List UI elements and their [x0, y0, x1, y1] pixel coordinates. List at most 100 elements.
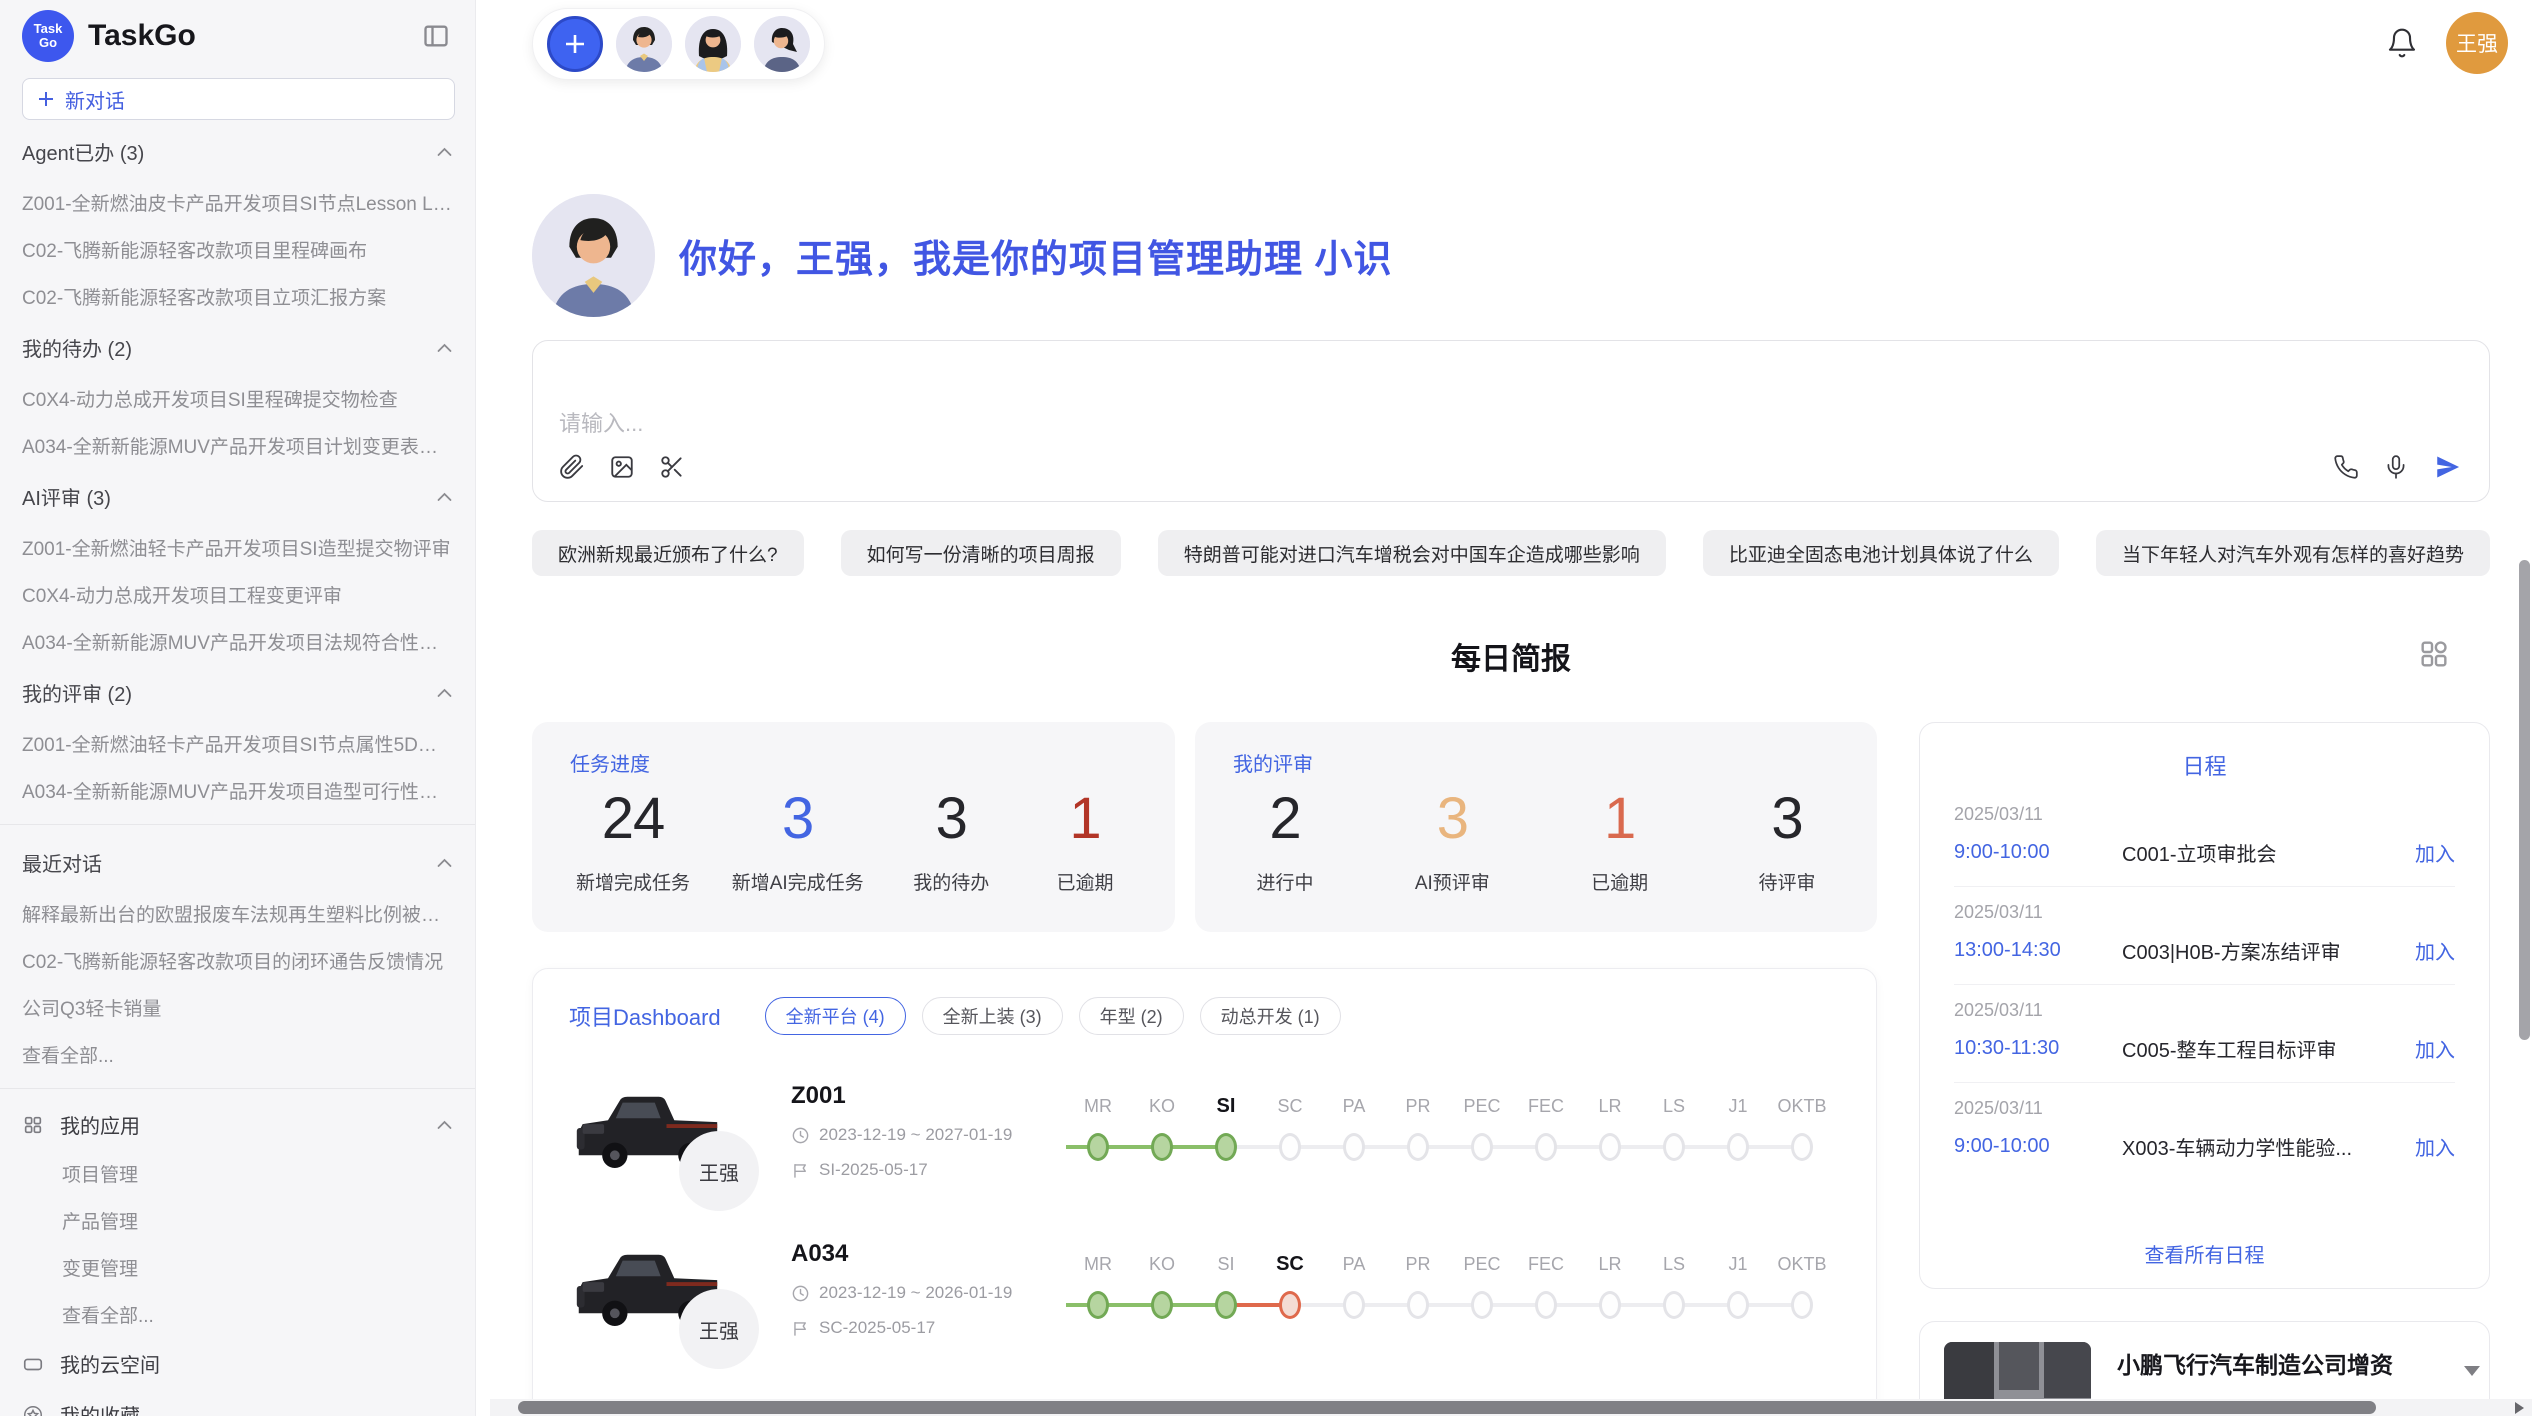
milestone-node [1642, 1125, 1706, 1169]
sidebar-task-item[interactable]: C02-飞腾新能源轻客改款项目立项汇报方案 [0, 273, 475, 320]
dashboard-filter-tab[interactable]: 年型 (2) [1079, 997, 1184, 1035]
milestone-ls: LS [1642, 1093, 1706, 1169]
avatar-man-icon[interactable] [616, 16, 672, 72]
agent-crew-pill [532, 8, 825, 80]
collapse-sidebar-icon[interactable] [417, 18, 455, 54]
milestone-timeline: MRKOSISCPAPRPECFECLRLSJ1OKTB [1066, 1093, 1834, 1169]
sidebar-task-item[interactable]: A034-全新新能源MUV产品开发项目计划变更表编写 [0, 422, 475, 469]
app-sub-item[interactable]: 变更管理 [0, 1244, 475, 1291]
add-agent-button[interactable] [547, 16, 603, 72]
logo-text-bottom: Go [39, 36, 57, 50]
join-meeting-link[interactable]: 加入 [2415, 838, 2455, 867]
milestone-si: SI [1194, 1093, 1258, 1169]
milestone-node [1130, 1283, 1194, 1327]
join-meeting-link[interactable]: 加入 [2415, 1034, 2455, 1063]
microphone-icon[interactable] [2383, 454, 2409, 480]
sidebar-section-header[interactable]: 我的评审 (2) [0, 665, 475, 720]
notifications-bell-icon[interactable] [2386, 27, 2418, 59]
milestone-lr: LR [1578, 1093, 1642, 1169]
recent-chat-item[interactable]: 查看全部... [0, 1031, 475, 1078]
milestone-pr: PR [1386, 1093, 1450, 1169]
sidebar-task-item[interactable]: A034-全新新能源MUV产品开发项目法规符合性评审 [0, 618, 475, 665]
project-flag-milestone: SC-2025-05-17 [791, 1318, 1037, 1338]
dashboard-filter-tab[interactable]: 全新平台 (4) [765, 997, 906, 1035]
suggestion-chip[interactable]: 比亚迪全固态电池计划具体说了什么 [1703, 530, 2059, 576]
chevron-up-icon[interactable] [436, 1120, 453, 1130]
dashboard-filters: 全新平台 (4) 全新上装 (3) 年型 (2) 动总开发 (1) [765, 997, 1341, 1035]
event-time: 9:00-10:00 [1954, 1135, 2122, 1158]
sidebar: Task Go TaskGo 新对话 Agent已办 (3)Z001-全新燃油皮… [0, 0, 476, 1416]
sidebar-item-cloud-space[interactable]: 我的云空间 [0, 1338, 475, 1389]
app-sub-item[interactable]: 产品管理 [0, 1197, 475, 1244]
avatar-woman-long-hair-icon[interactable] [685, 16, 741, 72]
app-sub-item[interactable]: 项目管理 [0, 1150, 475, 1197]
briefing-right-column: 日程 2025/03/119:00-10:00C001-立项审批会加入2025/… [1919, 722, 2490, 1416]
milestone-label: OKTB [1770, 1251, 1834, 1277]
suggestion-chip[interactable]: 欧洲新规最近颁布了什么? [532, 530, 804, 576]
scroll-down-arrow-icon[interactable] [2464, 1366, 2480, 1376]
project-flag-text: SC-2025-05-17 [819, 1318, 935, 1338]
chevron-up-icon[interactable] [436, 688, 453, 698]
user-avatar[interactable]: 王强 [2446, 12, 2508, 74]
scroll-right-arrow-icon [2515, 1402, 2524, 1414]
dashboard-filter-tab[interactable]: 全新上装 (3) [922, 997, 1063, 1035]
join-meeting-link[interactable]: 加入 [2415, 1132, 2455, 1161]
suggestion-chip[interactable]: 如何写一份清晰的项目周报 [841, 530, 1121, 576]
sidebar-task-item[interactable]: Z001-全新燃油轻卡产品开发项目SI造型提交物评审 [0, 524, 475, 571]
sidebar-task-item[interactable]: C02-飞腾新能源轻客改款项目里程碑画布 [0, 226, 475, 273]
project-row: 王强Z0012023-12-19 ~ 2027-01-19SI-2025-05-… [569, 1069, 1840, 1193]
chevron-up-icon[interactable] [436, 147, 453, 157]
chevron-up-icon[interactable] [436, 492, 453, 502]
event-row: 10:30-11:30C005-整车工程目标评审加入 [1954, 1034, 2455, 1063]
sidebar-section-header[interactable]: 我的待办 (2) [0, 320, 475, 375]
app-sub-item[interactable]: 查看全部... [0, 1291, 475, 1338]
stat-card-title: 任务进度 [570, 748, 1137, 777]
voice-call-icon[interactable] [2333, 454, 2359, 480]
sidebar-section-header-recent[interactable]: 最近对话 [0, 835, 475, 890]
scissors-icon[interactable] [659, 454, 685, 480]
chat-input[interactable] [559, 411, 2463, 437]
join-meeting-link[interactable]: 加入 [2415, 936, 2455, 965]
sidebar-section-header[interactable]: Agent已办 (3) [0, 124, 475, 179]
layout-grid-icon[interactable] [2418, 638, 2450, 670]
milestone-label: PEC [1450, 1093, 1514, 1119]
project-owner-badge: 王强 [679, 1289, 759, 1369]
stat-card: 我的评审2进行中3AI预评审1已逾期3待评审 [1195, 722, 1877, 932]
milestone-dot [1727, 1133, 1749, 1161]
sidebar-section-header[interactable]: AI评审 (3) [0, 469, 475, 524]
sidebar-task-item[interactable]: A034-全新新能源MUV产品开发项目造型可行性评审 [0, 767, 475, 814]
suggestion-chip[interactable]: 特朗普可能对进口汽车增税会对中国车企造成哪些影响 [1158, 530, 1666, 576]
view-all-schedule-link[interactable]: 查看所有日程 [1954, 1227, 2455, 1274]
sidebar-task-item[interactable]: C0X4-动力总成开发项目SI里程碑提交物检查 [0, 375, 475, 422]
dashboard-filter-tab[interactable]: 动总开发 (1) [1200, 997, 1341, 1035]
sidebar-task-item[interactable]: C0X4-动力总成开发项目工程变更评审 [0, 571, 475, 618]
flag-icon [791, 1319, 810, 1338]
event-name: X003-车辆动力学性能验... [2122, 1132, 2403, 1161]
attach-icon[interactable] [559, 454, 585, 480]
apps-grid-icon [22, 1114, 44, 1136]
recent-chat-item[interactable]: C02-飞腾新能源轻客改款项目的闭环通告反馈情况 [0, 937, 475, 984]
milestone-label: PR [1386, 1093, 1450, 1119]
new-chat-button[interactable]: 新对话 [22, 78, 455, 120]
suggestion-chip[interactable]: 当下年轻人对汽车外观有怎样的喜好趋势 [2096, 530, 2490, 576]
chevron-up-icon[interactable] [436, 858, 453, 868]
milestone-dot [1343, 1133, 1365, 1161]
milestone-dot [1535, 1133, 1557, 1161]
divider [0, 1088, 475, 1089]
recent-chat-item[interactable]: 解释最新出台的欧盟报废车法规再生塑料比例被调至15%... [0, 890, 475, 937]
chevron-up-icon[interactable] [436, 343, 453, 353]
sidebar-task-item[interactable]: Z001-全新燃油轻卡产品开发项目SI节点属性5D文件评审 [0, 720, 475, 767]
image-upload-icon[interactable] [609, 454, 635, 480]
horizontal-scrollbar-thumb[interactable] [518, 1401, 2376, 1414]
sidebar-item-star-circle[interactable]: 我的收藏 [0, 1389, 475, 1416]
sidebar-item-my-apps[interactable]: 我的应用 [0, 1099, 475, 1150]
vertical-scrollbar-thumb[interactable] [2519, 560, 2530, 1040]
milestone-node [1706, 1283, 1770, 1327]
send-icon[interactable] [2433, 452, 2463, 482]
schedule-card: 日程 2025/03/119:00-10:00C001-立项审批会加入2025/… [1919, 722, 2490, 1289]
horizontal-scrollbar[interactable] [490, 1399, 2532, 1416]
sidebar-task-item[interactable]: Z001-全新燃油皮卡产品开发项目SI节点Lesson Learn报告 [0, 179, 475, 226]
stat-label: 我的待办 [905, 868, 997, 895]
avatar-woman-bun-icon[interactable] [754, 16, 810, 72]
recent-chat-item[interactable]: 公司Q3轻卡销量 [0, 984, 475, 1031]
